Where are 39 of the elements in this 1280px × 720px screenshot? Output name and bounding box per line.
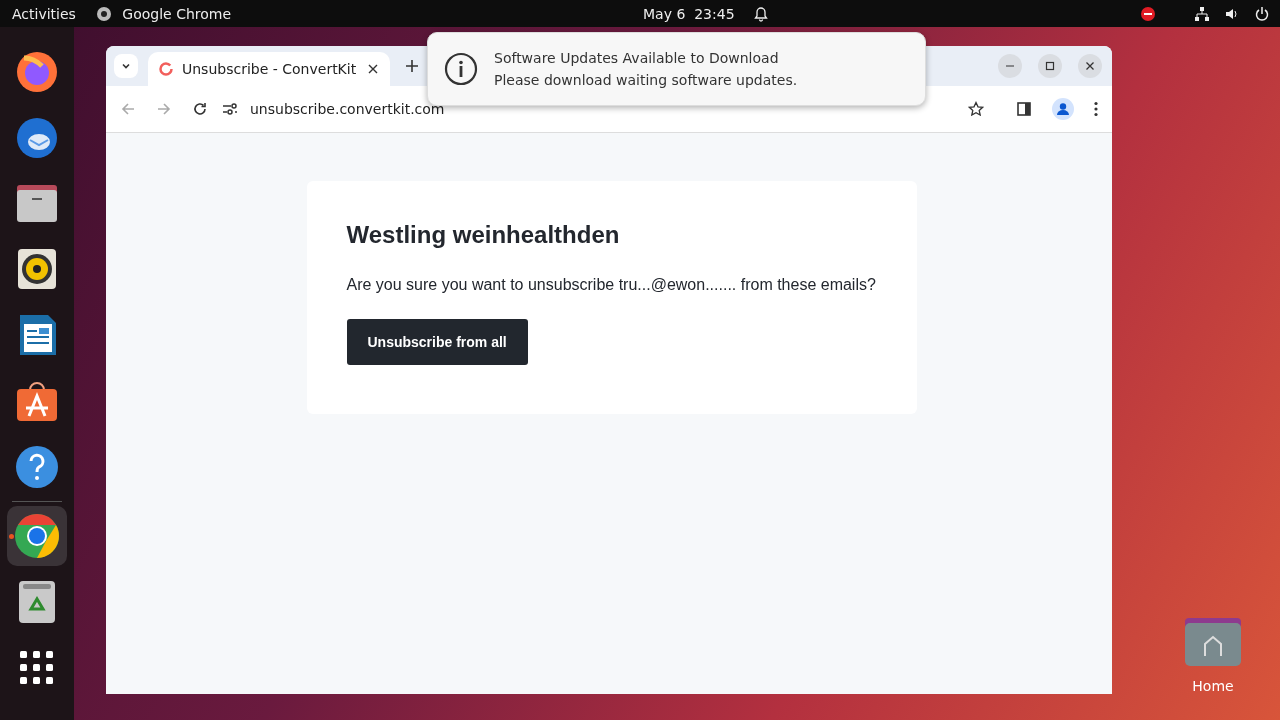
trash-icon [17,579,57,625]
minimize-icon [1006,65,1014,67]
notification[interactable]: Software Updates Available to Download Please download waiting software updates. [427,32,926,106]
power-icon[interactable] [1254,5,1270,22]
page-heading: Westling weinhealthden [346,221,621,249]
notification-title: Software Updates Available to Download [494,50,780,66]
desktop-icon-label: Home [1192,678,1234,694]
app-menu[interactable]: Google Chrome [89,5,238,22]
home-folder-icon [1185,618,1241,666]
unsubscribe-button[interactable]: Unsubscribe from all [346,319,528,365]
question-mark-icon [14,444,60,490]
ring-icon [158,61,174,77]
menu-icon[interactable] [1094,101,1098,117]
clock[interactable]: May 6 23:45 [637,5,741,22]
browser-tab[interactable]: Unsubscribe - ConvertKit [148,52,390,86]
confirmation-text: Are you sure you want to unsubscribe tru...@ewon....... from these emails? [346,276,877,294]
site-settings-icon[interactable] [222,101,238,117]
dock-item[interactable] [7,506,67,566]
desktop-icon[interactable]: Home [1185,618,1241,694]
tab-list-button[interactable] [114,54,138,78]
caret-icon [121,61,131,71]
network-icon[interactable] [1194,5,1210,22]
side-panel-icon[interactable] [1016,101,1032,117]
bookmark-star-icon[interactable] [968,101,984,117]
notification-body: Please download waiting software updates. [494,72,798,88]
maximize-button[interactable] [1038,54,1062,78]
close-icon[interactable] [368,64,378,74]
close-icon [1085,61,1095,71]
activities-button[interactable]: Activities [0,5,82,22]
profile-icon[interactable] [1052,98,1074,120]
new-tab-icon[interactable] [406,60,418,72]
bell-icon[interactable] [752,5,769,22]
app-grid-icon [20,651,54,685]
minimize-button[interactable] [998,54,1022,78]
close-button[interactable] [1078,54,1102,78]
reload-icon[interactable] [192,101,208,117]
maximize-icon [1045,61,1055,71]
do-not-disturb-icon[interactable] [1140,5,1156,22]
info-icon [444,52,478,86]
